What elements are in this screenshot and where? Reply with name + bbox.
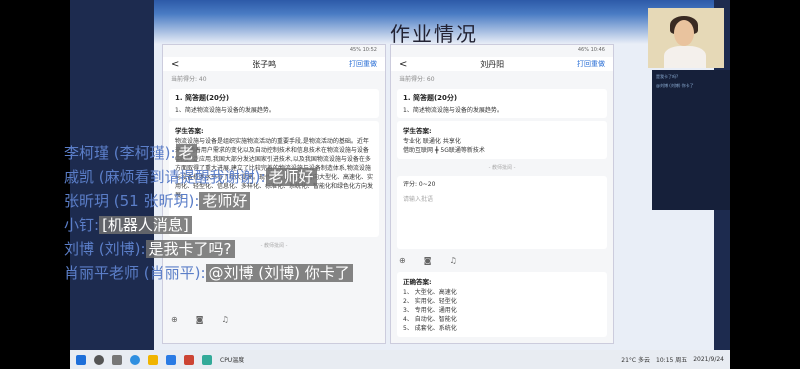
question-title: 1. 简答题(20分) [175,94,230,102]
weather-label[interactable]: 21°C 多云 [621,355,650,364]
person-body [664,46,706,68]
chat-sender: 李柯瑾 (李柯瑾): [64,144,176,162]
comment-input[interactable]: 请输入批语 [403,195,601,245]
current-score: 当前得分: 40 [163,71,385,86]
left-black-bar [0,0,70,369]
chat-sender: 张昕玥 (51 张昕玥): [64,192,200,210]
chat-line: 肖丽平老师 (肖丽平): @刘博 (刘博) 你卡了 [64,262,353,282]
chat-line: 李柯瑾 (李柯瑾): 老 [64,142,197,162]
chat-line: 刘博 (刘博): 是我卡了吗? [64,238,235,258]
rating-card: 评分: 0~20 请输入批语 [397,176,607,249]
chat-sender: 刘博 (刘博): [64,240,146,258]
chat-text: 老师好 [265,168,317,186]
correct-answer-header: 正确答案: [403,278,432,286]
correct-answer-line: 2、 实用化、轻型化 [403,298,457,305]
windows-taskbar: CPU温度 21°C 多云 10:15 周五 2021/9/24 [70,350,730,369]
question-card: 1. 简答题(20分) 1、简述物流设施与设备的发展趋势。 [169,89,379,118]
explorer-icon[interactable] [148,354,158,365]
add-icon[interactable]: ⊕ [399,256,406,265]
person-face [674,20,694,46]
start-icon[interactable] [76,354,86,365]
teacher-review-divider: - 教师批阅 - [488,165,516,171]
side-chat-message: @刘博 (刘博) 你卡了 [656,83,694,88]
clock-date[interactable]: 2021/9/24 [693,356,724,363]
slide-title: 作业情况 [390,22,478,46]
chat-text: [机器人消息] [99,216,192,234]
camera-icon[interactable]: ◙ [196,315,204,324]
attachment-toolbar: ⊕ ◙ ♫ [163,311,385,328]
answer-header: 学生答案: [175,127,204,135]
mic-icon[interactable]: ♫ [221,315,228,324]
correct-answer-line: 5、 成套化、系统化 [403,325,457,332]
clock-time[interactable]: 10:15 周五 [656,355,687,364]
student-name: 张子鸣 [252,59,277,69]
student-name: 刘丹阳 [480,59,505,69]
correct-answer-line: 1、 大型化、高速化 [403,289,457,296]
task-view-icon[interactable] [112,354,122,365]
chat-sender: 小钉: [64,216,100,234]
mic-icon[interactable]: ♫ [449,256,456,265]
answer-header: 学生答案: [403,127,432,135]
right-phone-screen: 46% 10:46 < 刘丹阳 打回重做 当前得分: 60 1. 简答题(20分… [390,44,614,344]
correct-answer-card: 正确答案: 1、 大型化、高速化 2、 实用化、轻型化 3、 专用化、通用化 4… [397,272,607,337]
attachment-toolbar: ⊕ ◙ ♫ [391,252,613,269]
chat-line: 戚凯 (麻烦看到请提醒我谢谢): 老师好 [64,166,317,186]
return-redo-button[interactable]: 打回重做 [577,59,605,69]
student-answer-card: 学生答案: 专业化 联通化 共享化 借助互联网 ╋ 5G联通等新技术 [397,121,607,159]
cpu-temp-label: CPU温度 [220,357,245,364]
app-icon[interactable] [184,354,194,365]
question-text: 1、简述物流设施与设备的发展趋势。 [403,107,503,114]
correct-answer-line: 3、 专用化、通用化 [403,307,457,314]
teacher-camera-feed [648,8,724,68]
phone-nav-bar: < 刘丹阳 打回重做 [391,57,613,71]
chat-text: 老师好 [199,192,251,210]
phone-status-bar: 46% 10:46 [577,47,605,53]
chat-text: 是我卡了吗? [145,240,235,258]
answer-line: 专业化 联通化 共享化 [403,138,461,145]
camera-icon[interactable]: ◙ [424,256,432,265]
chat-line: 小钉: [机器人消息] [64,214,192,234]
app-icon[interactable] [202,354,212,365]
dingtalk-icon[interactable] [166,354,176,365]
question-text: 1、简述物流设施与设备的发展趋势。 [175,107,275,114]
back-icon[interactable]: < [171,59,179,70]
phone-status-bar: 45% 10:52 [349,47,377,53]
question-card: 1. 简答题(20分) 1、简述物流设施与设备的发展趋势。 [397,89,607,118]
search-icon[interactable] [94,354,104,365]
right-black-bar [730,0,800,369]
chat-text: 老 [175,144,197,162]
edge-icon[interactable] [130,354,140,365]
correct-answer-line: 4、 自动化、智能化 [403,316,457,323]
system-tray: 21°C 多云 10:15 周五 2021/9/24 [621,355,724,364]
chat-line: 张昕玥 (51 张昕玥): 老师好 [64,190,251,210]
add-icon[interactable]: ⊕ [171,315,178,324]
chat-text: @刘博 (刘博) 你卡了 [205,264,353,282]
chat-sender: 戚凯 (麻烦看到请提醒我谢谢): [64,168,266,186]
phone-nav-bar: < 张子鸣 打回重做 [163,57,385,71]
answer-line: 借助互联网 ╋ 5G联通等新技术 [403,147,485,154]
side-chat-panel: 是我卡了吗? @刘博 (刘博) 你卡了 [652,70,730,210]
question-title: 1. 简答题(20分) [403,94,458,102]
rating-input[interactable]: 评分: 0~20 [403,180,601,189]
current-score: 当前得分: 60 [391,71,613,86]
return-redo-button[interactable]: 打回重做 [349,59,377,69]
side-chat-message: 是我卡了吗? [656,74,679,79]
back-icon[interactable]: < [399,59,407,70]
chat-sender: 肖丽平老师 (肖丽平): [64,264,206,282]
